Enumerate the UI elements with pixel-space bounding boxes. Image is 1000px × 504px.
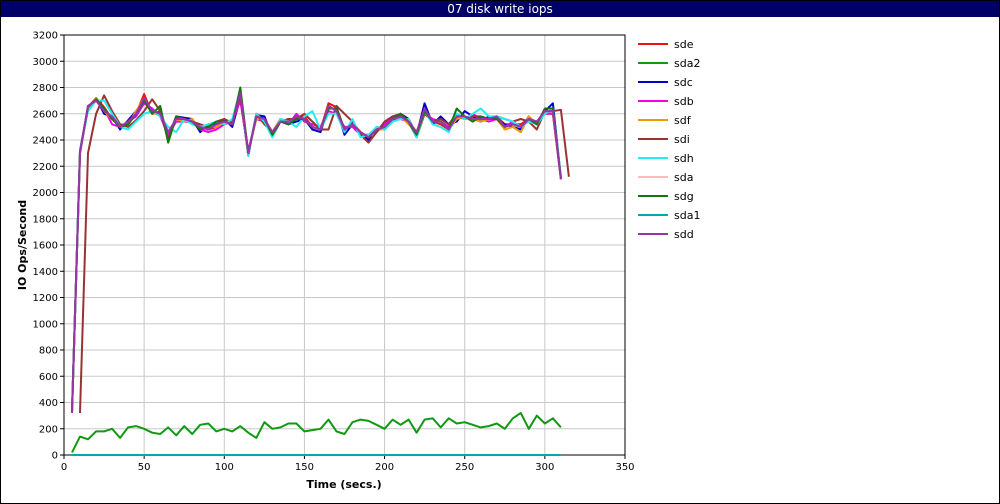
- legend-label-sdh: sdh: [674, 152, 694, 165]
- legend-label-sda: sda: [674, 171, 693, 184]
- y-tick-label: 1000: [33, 319, 58, 330]
- legend-label-sdc: sdc: [674, 76, 693, 89]
- legend-label-sda2: sda2: [674, 57, 700, 70]
- x-tick-label: 200: [375, 462, 394, 473]
- y-tick-label: 3000: [33, 57, 58, 68]
- y-tick-label: 1800: [33, 214, 58, 225]
- y-tick-label: 200: [39, 424, 58, 435]
- x-tick-label: 50: [138, 462, 151, 473]
- series-line-sdc: [71, 97, 562, 412]
- y-tick-label: 3200: [33, 31, 58, 42]
- y-axis-ticks: 0 200 400 600 800 1000 1200 1400 1600 1800 2000 220…: [33, 31, 64, 462]
- y-tick-label: 2800: [33, 83, 58, 94]
- y-tick-label: 2400: [33, 136, 58, 147]
- legend: sde sda2 sdc sdb sdf sdi sdh sda sdg sda1 sdd: [638, 38, 700, 241]
- legend-label-sdg: sdg: [674, 190, 694, 203]
- y-tick-label: 0: [52, 451, 58, 462]
- y-tick-label: 600: [39, 372, 58, 383]
- series-line-sdd: [71, 91, 562, 414]
- legend-label-sdd: sdd: [674, 228, 694, 241]
- x-axis-label: Time (secs.): [306, 478, 381, 491]
- y-tick-label: 400: [39, 398, 58, 409]
- x-axis-ticks: 0 50 100 150 200 250 300 350: [61, 455, 635, 473]
- series-line-sdg: [71, 86, 562, 412]
- x-tick-label: 350: [615, 462, 634, 473]
- x-tick-label: 100: [215, 462, 234, 473]
- x-tick-label: 300: [535, 462, 554, 473]
- x-tick-label: 150: [295, 462, 314, 473]
- legend-label-sdf: sdf: [674, 114, 692, 127]
- legend-label-sdb: sdb: [674, 95, 694, 108]
- series-line-sdi: [79, 94, 570, 414]
- series-line-sdb: [71, 99, 562, 411]
- x-tick-label: 250: [455, 462, 474, 473]
- y-tick-label: 800: [39, 346, 58, 357]
- x-tick-label: 0: [61, 462, 67, 473]
- y-tick-label: 1200: [33, 293, 58, 304]
- series-line-sda2: [71, 412, 562, 453]
- line-chart: 0200400600800100012001400160018002000220…: [16, 31, 700, 492]
- series-line-sde: [71, 89, 562, 414]
- series-line-sdh: [71, 89, 562, 412]
- y-tick-label: 1600: [33, 241, 58, 252]
- y-tick-label: 2600: [33, 109, 58, 120]
- series-line-sdf: [71, 91, 562, 414]
- grid-lines: [63, 34, 626, 456]
- y-tick-label: 2000: [33, 188, 58, 199]
- y-tick-label: 1400: [33, 267, 58, 278]
- y-tick-label: 2200: [33, 162, 58, 173]
- y-axis-label: IO Ops/Second: [16, 200, 29, 290]
- legend-label-sda1: sda1: [674, 209, 700, 222]
- legend-label-sde: sde: [674, 38, 694, 51]
- legend-label-sdi: sdi: [674, 133, 690, 146]
